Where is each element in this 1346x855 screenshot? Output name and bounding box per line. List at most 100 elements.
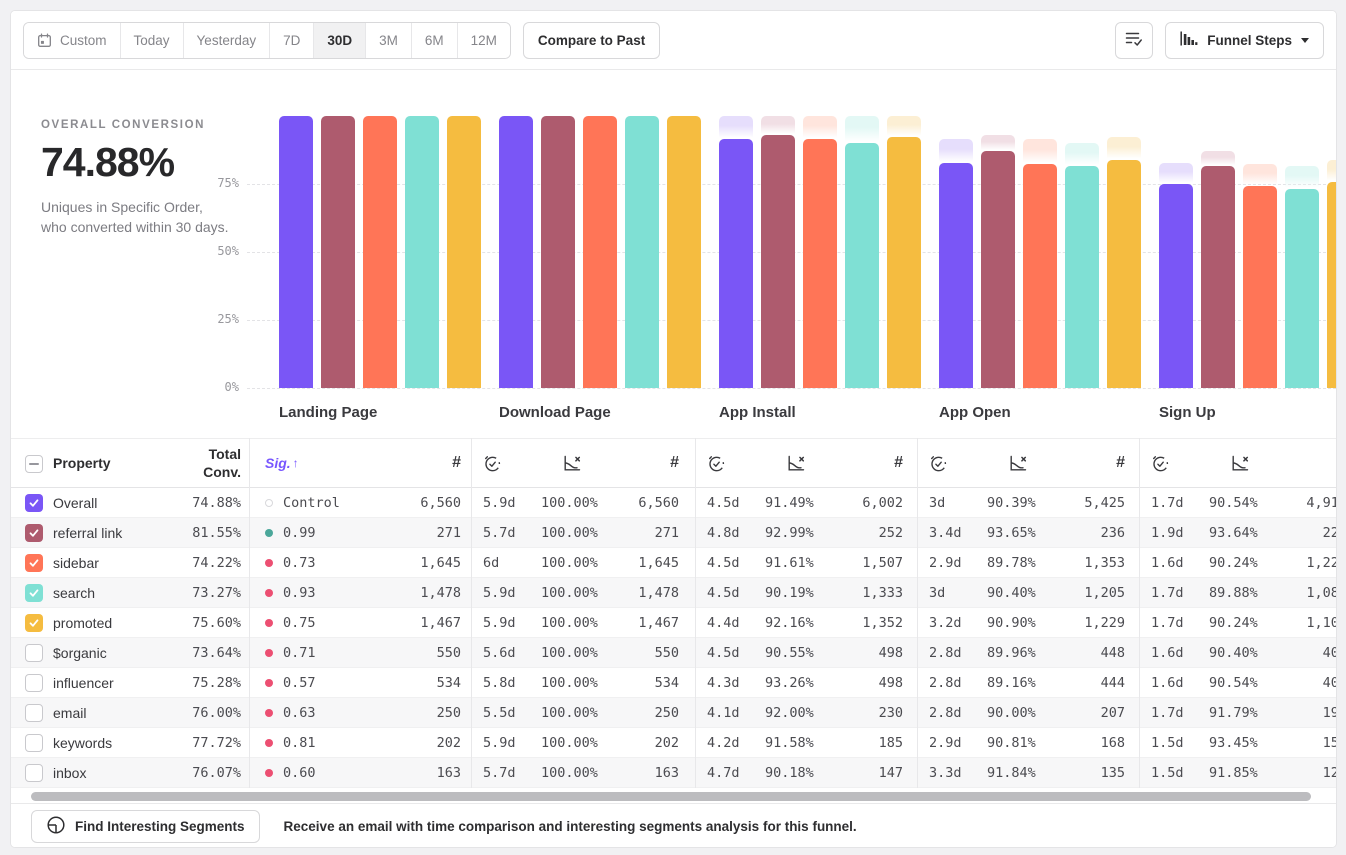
funnel-bar[interactable] [321,116,355,388]
date-range-label: Custom [60,33,107,48]
step-count-cell: 498 [793,668,903,697]
sig-value: 0.57 [283,675,316,691]
date-range-custom[interactable]: Custom [24,23,121,58]
table-row[interactable]: inbox76.07%0.601635.7d100.00%1634.7d90.1… [11,758,1336,788]
time-to-convert-value: 5.6d [483,645,516,661]
date-range-6m[interactable]: 6M [412,23,458,58]
sig-dot [265,529,273,537]
count-value: 168 [1101,735,1125,751]
select-all-checkbox[interactable] [25,455,43,473]
row-checkbox[interactable] [25,704,43,722]
step-count-cell: 250 [569,698,679,727]
funnel-bar[interactable] [1327,182,1337,388]
chart-options-button[interactable] [1115,22,1153,59]
row-checkbox[interactable] [25,554,43,572]
property-label: $organic [53,645,107,661]
row-checkbox[interactable] [25,524,43,542]
step-count-cell: 6,560 [569,488,679,517]
table-row[interactable]: keywords77.72%0.812025.9d100.00%2024.2d9… [11,728,1336,758]
funnel-steps-dropdown[interactable]: Funnel Steps [1165,22,1324,59]
date-range-30d[interactable]: 30D [314,23,366,58]
date-range-today[interactable]: Today [121,23,184,58]
step-count-cell: 250 [351,698,461,727]
step-count-cell: 6,002 [793,488,903,517]
funnel-bar[interactable] [499,116,533,388]
sig-column-header[interactable]: Sig.↑ [265,439,365,487]
table-row[interactable]: Overall74.88%Control6,5605.9d100.00%6,56… [11,488,1336,518]
funnel-bar[interactable] [279,116,313,388]
bar-group-app-install [719,116,921,388]
count-value: 4,912 [1306,495,1337,511]
row-checkbox[interactable] [25,734,43,752]
time-to-convert-value: 4.4d [707,615,740,631]
row-checkbox[interactable] [25,764,43,782]
table-row[interactable]: referral link81.55%0.992715.7d100.00%271… [11,518,1336,548]
funnel-bar[interactable] [1159,184,1193,388]
time-to-convert-column-header [483,439,523,487]
funnel-bar[interactable] [939,163,973,388]
step-time-cell: 5.9d [483,488,539,517]
funnel-bar[interactable] [447,116,481,388]
sig-value: 0.60 [283,765,316,781]
horizontal-scrollbar[interactable] [31,792,1318,801]
date-range-yesterday[interactable]: Yesterday [184,23,271,58]
funnel-bar[interactable] [1065,166,1099,388]
time-to-convert-value: 1.5d [1151,765,1184,781]
funnel-bar[interactable] [981,151,1015,388]
row-checkbox[interactable] [25,584,43,602]
funnel-bar[interactable] [625,116,659,388]
sig-value: 0.73 [283,555,316,571]
count-value: 444 [1101,675,1125,691]
count-value: 1,229 [1084,615,1125,631]
table-row[interactable]: influencer75.28%0.575345.8d100.00%5344.3… [11,668,1336,698]
step-time-cell: 4.5d [707,578,763,607]
table-row[interactable]: promoted75.60%0.751,4675.9d100.00%1,4674… [11,608,1336,638]
count-value: 1,109 [1306,615,1337,631]
funnel-bar[interactable] [1285,189,1319,388]
funnel-bar[interactable] [1201,166,1235,388]
funnel-bar[interactable] [405,116,439,388]
funnel-bar[interactable] [803,139,837,388]
row-checkbox[interactable] [25,644,43,662]
funnel-bar[interactable] [1023,164,1057,388]
funnel-bar[interactable] [363,116,397,388]
row-checkbox[interactable] [25,614,43,632]
funnel-bar[interactable] [1107,160,1141,388]
funnel-step-label: Download Page [499,404,611,421]
toolbar: Custom TodayYesterday7D30D3M6M12M Compare… [11,11,1336,70]
funnel-bar[interactable] [761,135,795,388]
funnel-bar[interactable] [1243,186,1277,388]
time-to-convert-value: 2.9d [929,555,962,571]
row-checkbox[interactable] [25,674,43,692]
date-range-7d[interactable]: 7D [270,23,314,58]
funnel-bar[interactable] [887,137,921,388]
find-interesting-segments-button[interactable]: Find Interesting Segments [31,810,260,843]
time-to-convert-value: 5.5d [483,705,516,721]
table-row[interactable]: sidebar74.22%0.731,6456d100.00%1,6454.5d… [11,548,1336,578]
column-divider [1139,438,1140,788]
total-conv-value: 77.72% [192,735,241,751]
count-value: 163 [655,765,679,781]
total-conv-cell: 76.07% [131,758,241,787]
funnel-bar[interactable] [667,116,701,388]
summary-label: OVERALL CONVERSION [41,119,231,131]
step-count-cell: 221 [1237,518,1337,547]
funnel-bar[interactable] [845,143,879,388]
funnel-bar[interactable] [583,116,617,388]
table-row[interactable]: $organic73.64%0.715505.6d100.00%5504.5d9… [11,638,1336,668]
date-range-3m[interactable]: 3M [366,23,412,58]
time-to-convert-value: 5.7d [483,525,516,541]
horizontal-scrollbar-thumb[interactable] [31,792,1311,801]
property-label: sidebar [53,555,99,571]
sort-ascending-icon: ↑ [293,456,299,470]
step-time-cell: 5.8d [483,668,539,697]
total-conv-cell: 76.00% [131,698,241,727]
table-row[interactable]: search73.27%0.931,4785.9d100.00%1,4784.5… [11,578,1336,608]
table-row[interactable]: email76.00%0.632505.5d100.00%2504.1d92.0… [11,698,1336,728]
funnel-bar[interactable] [719,139,753,388]
time-to-convert-value: 3d [929,495,945,511]
date-range-12m[interactable]: 12M [458,23,510,58]
row-checkbox[interactable] [25,494,43,512]
compare-to-past-button[interactable]: Compare to Past [523,22,660,59]
funnel-bar[interactable] [541,116,575,388]
